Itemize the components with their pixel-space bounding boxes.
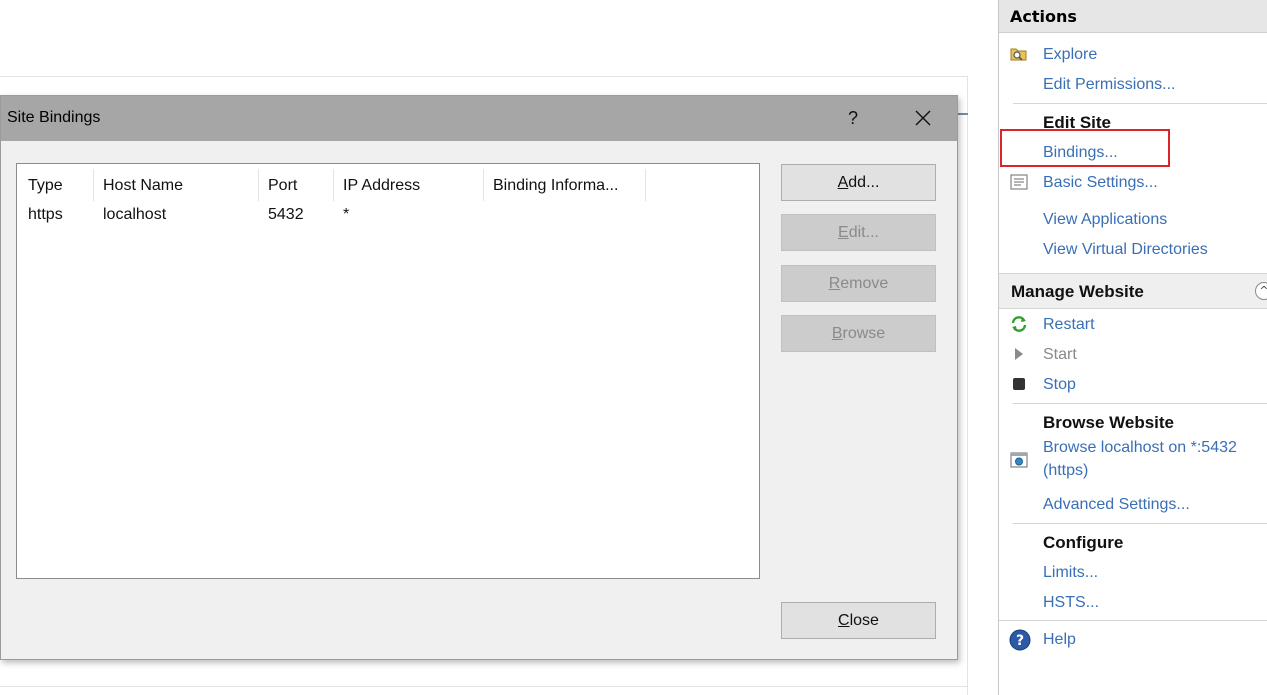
- dialog-titlebar[interactable]: Site Bindings ?: [1, 96, 957, 141]
- explore-folder-icon: [1009, 44, 1029, 64]
- collapse-chevron-icon[interactable]: ^: [1255, 282, 1267, 300]
- browse-website-title: Browse Website: [1043, 413, 1175, 432]
- view-virtual-directories-link[interactable]: View Virtual Directories: [1043, 241, 1208, 259]
- restart-icon: [1009, 314, 1029, 334]
- actions-pane: Actions Explore Edit Permissions... Edit…: [998, 0, 1267, 695]
- edit-button[interactable]: Edit...: [781, 214, 936, 251]
- cell-type: https: [28, 206, 63, 223]
- edit-button-accesskey: E: [838, 224, 849, 241]
- start-icon: [1009, 344, 1029, 364]
- edit-permissions-link[interactable]: Edit Permissions...: [1043, 76, 1175, 94]
- column-header-port[interactable]: Port: [268, 172, 297, 200]
- basic-settings-link[interactable]: Basic Settings...: [1043, 174, 1158, 192]
- close-button[interactable]: Close: [781, 602, 936, 639]
- column-separator[interactable]: [258, 169, 259, 201]
- advanced-settings-link[interactable]: Advanced Settings...: [1043, 496, 1190, 514]
- close-button-accesskey: C: [838, 612, 850, 629]
- add-button-label: dd...: [848, 174, 880, 191]
- cell-host-name: localhost: [103, 206, 167, 223]
- main-pane-border-bottom: [0, 686, 968, 687]
- manage-website-title: Manage Website: [1011, 282, 1144, 301]
- pane-splitter-mark: [958, 113, 968, 115]
- actions-separator: [999, 620, 1267, 621]
- column-separator[interactable]: [333, 169, 334, 201]
- main-pane-border-right: [967, 76, 968, 695]
- main-pane-border: [0, 76, 968, 77]
- actions-separator: [1013, 523, 1267, 524]
- limits-link[interactable]: Limits...: [1043, 564, 1098, 582]
- add-button-accesskey: A: [837, 174, 849, 191]
- cell-port: 5432: [268, 206, 304, 223]
- browse-button[interactable]: Browse: [781, 315, 936, 352]
- actions-separator: [1013, 103, 1267, 104]
- cell-ip-address: *: [343, 206, 350, 223]
- svg-text:?: ?: [1016, 633, 1024, 649]
- dialog-title: Site Bindings: [7, 109, 101, 126]
- actions-separator: [1013, 403, 1267, 404]
- browse-button-accesskey: B: [831, 325, 843, 342]
- help-icon: ?: [1009, 629, 1031, 651]
- browse-localhost-link-protocol[interactable]: (https): [1043, 462, 1088, 480]
- remove-button[interactable]: Remove: [781, 265, 936, 302]
- browse-localhost-link[interactable]: Browse localhost on *:5432: [1043, 439, 1237, 457]
- add-button[interactable]: Add...: [781, 164, 936, 201]
- basic-settings-icon: [1009, 172, 1029, 192]
- column-separator[interactable]: [645, 169, 646, 201]
- column-header-host-name[interactable]: Host Name: [103, 172, 183, 200]
- browse-globe-icon: [1009, 450, 1029, 470]
- column-header-binding-information[interactable]: Binding Informa...: [493, 172, 618, 200]
- column-separator[interactable]: [483, 169, 484, 201]
- help-button[interactable]: ?: [836, 103, 870, 133]
- site-bindings-dialog: Site Bindings ? Type Host Name Port IP A…: [0, 95, 958, 660]
- stop-link[interactable]: Stop: [1043, 376, 1076, 394]
- close-button-label: lose: [849, 612, 879, 629]
- column-header-type[interactable]: Type: [28, 172, 63, 200]
- configure-title: Configure: [1043, 533, 1124, 552]
- browse-button-label: rowse: [842, 325, 886, 342]
- bindings-list[interactable]: Type Host Name Port IP Address Binding I…: [16, 163, 760, 579]
- remove-button-accesskey: R: [828, 275, 841, 292]
- edit-button-label: dit...: [848, 224, 879, 241]
- manage-website-header[interactable]: Manage Website ^: [999, 273, 1267, 309]
- view-applications-link[interactable]: View Applications: [1043, 211, 1167, 229]
- restart-link[interactable]: Restart: [1043, 316, 1095, 334]
- explore-link[interactable]: Explore: [1043, 46, 1097, 64]
- bindings-highlight-box: [1000, 129, 1170, 167]
- remove-button-label: emove: [840, 275, 889, 292]
- column-header-ip-address[interactable]: IP Address: [343, 172, 420, 200]
- actions-header: Actions: [999, 0, 1267, 33]
- stop-icon: [1009, 374, 1029, 394]
- help-link[interactable]: Help: [1043, 631, 1076, 649]
- close-icon[interactable]: [906, 103, 940, 133]
- hsts-link[interactable]: HSTS...: [1043, 594, 1099, 612]
- start-link[interactable]: Start: [1043, 346, 1077, 364]
- column-separator[interactable]: [93, 169, 94, 201]
